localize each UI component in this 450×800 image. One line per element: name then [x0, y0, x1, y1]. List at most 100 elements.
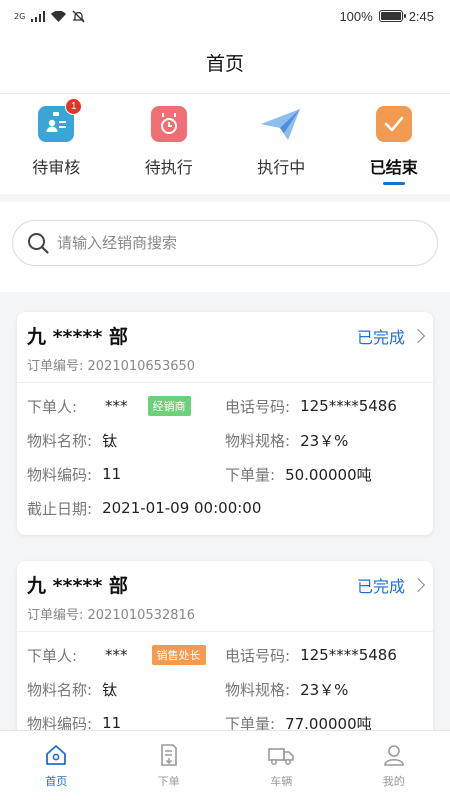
mute-bell-icon — [72, 10, 85, 22]
order-card-header: 九 ***** 部 订单编号: 2021010653650 已完成 — [17, 312, 433, 383]
tabbar-profile[interactable]: 我的 — [354, 743, 434, 789]
deadline-field: 截止日期: 2021-01-09 00:00:00 — [27, 498, 423, 519]
phone-value: 125****5486 — [300, 397, 397, 415]
order-form-icon — [160, 743, 177, 766]
detail-row: 物料编码: 11 下单量: 50.00000吨 — [27, 457, 423, 491]
status-bar: 2G 100% 2:45 — [0, 0, 450, 32]
tab-label: 待执行 — [144, 158, 193, 177]
quantity-value: 50.00000吨 — [285, 465, 372, 484]
tabbar-label: 我的 — [382, 774, 405, 788]
calendar-clock-icon — [150, 106, 187, 142]
detail-row: 截止日期: 2021-01-09 00:00:00 — [27, 491, 423, 525]
tab-label: 执行中 — [257, 158, 306, 177]
page-header: 首页 — [0, 32, 450, 94]
signal-icon — [31, 10, 46, 22]
user-profile-icon — [383, 744, 404, 766]
truck-icon — [268, 747, 295, 765]
material-spec-value: 23￥% — [300, 431, 349, 450]
detail-row: 物料名称: 钛 物料规格: 23￥% — [27, 672, 423, 706]
orderer-field: 下单人: *** 经销商 — [27, 396, 225, 417]
material-name-value: 钛 — [102, 431, 118, 450]
orderer-value: *** — [105, 397, 128, 415]
order-status-link[interactable]: 已完成 — [356, 573, 426, 597]
order-card-header: 九 ***** 部 订单编号: 2021010532816 已完成 — [17, 561, 433, 632]
status-tabs: 1 待审核 待执行 执行中 已结束 — [0, 94, 450, 194]
material-name-value: 钛 — [102, 680, 118, 699]
tabbar-label: 车辆 — [270, 774, 293, 788]
role-tag: 经销商 — [147, 396, 191, 416]
search-icon — [28, 233, 49, 254]
material-name-label: 物料名称: — [27, 680, 93, 699]
orderer-label: 下单人: — [27, 397, 78, 416]
reviewer-badge-icon: 1 — [38, 98, 83, 142]
tab-label: 已结束 — [369, 158, 418, 177]
order-list: 九 ***** 部 订单编号: 2021010653650 已完成 下单人: *… — [0, 292, 450, 750]
check-icon — [375, 106, 412, 142]
phone-field: 电话号码: 125****5486 — [225, 396, 423, 417]
tabbar-label: 首页 — [45, 774, 68, 788]
phone-value: 125****5486 — [300, 646, 397, 664]
material-spec-label: 物料规格: — [225, 431, 291, 450]
search-section — [0, 202, 450, 292]
phone-label: 电话号码: — [225, 646, 291, 665]
order-status-link[interactable]: 已完成 — [356, 324, 426, 348]
deadline-value: 2021-01-09 00:00:00 — [102, 499, 262, 517]
status-left: 2G — [14, 10, 85, 23]
search-input[interactable] — [57, 234, 437, 252]
order-status: 已完成 — [356, 577, 405, 596]
orderer-field: 下单人: *** 销售处长 — [27, 645, 225, 666]
home-icon — [46, 744, 67, 765]
battery-percent: 100% — [339, 8, 373, 24]
tab-finished[interactable]: 已结束 — [346, 106, 442, 185]
material-spec-value: 23￥% — [300, 680, 349, 699]
order-number: 订单编号: 2021010653650 — [27, 359, 196, 374]
material-code-field: 物料编码: 11 — [27, 464, 225, 485]
tabbar-label: 下单 — [157, 774, 180, 788]
quantity-field: 下单量: 50.00000吨 — [225, 464, 423, 485]
tab-in-progress[interactable]: 执行中 — [233, 106, 329, 178]
page-title: 首页 — [205, 53, 244, 75]
phone-label: 电话号码: — [225, 397, 291, 416]
phone-field: 电话号码: 125****5486 — [225, 645, 423, 666]
material-spec-field: 物料规格: 23￥% — [225, 679, 423, 700]
clock-time: 2:45 — [408, 8, 434, 24]
tabbar-home[interactable]: 首页 — [16, 743, 96, 789]
order-card[interactable]: 九 ***** 部 订单编号: 2021010532816 已完成 下单人: *… — [17, 561, 433, 750]
material-name-label: 物料名称: — [27, 431, 93, 450]
status-right: 100% 2:45 — [339, 9, 434, 24]
tabbar-vehicle[interactable]: 车辆 — [241, 743, 321, 789]
chevron-right-icon — [410, 328, 426, 344]
search-bar[interactable] — [12, 220, 438, 266]
battery-icon — [378, 10, 406, 22]
quantity-label: 下单量: — [225, 465, 276, 484]
active-tab-indicator — [382, 182, 405, 185]
notification-badge: 1 — [65, 98, 83, 115]
detail-row: 下单人: *** 经销商 电话号码: 125****5486 — [27, 389, 423, 423]
material-spec-field: 物料规格: 23￥% — [225, 430, 423, 451]
wifi-icon — [51, 10, 67, 22]
material-name-field: 物料名称: 钛 — [27, 430, 225, 451]
tab-label: 待审核 — [32, 158, 81, 177]
order-status: 已完成 — [356, 328, 405, 347]
material-spec-label: 物料规格: — [225, 680, 291, 699]
tab-pending-execution[interactable]: 待执行 — [121, 106, 217, 178]
paper-plane-icon — [259, 106, 303, 142]
chevron-right-icon — [410, 577, 426, 593]
role-tag: 销售处长 — [151, 645, 206, 665]
battery-fill — [380, 12, 401, 20]
tabbar-order[interactable]: 下单 — [129, 743, 209, 789]
material-name-field: 物料名称: 钛 — [27, 679, 225, 700]
material-code-label: 物料编码: — [27, 465, 93, 484]
tab-pending-review[interactable]: 1 待审核 — [8, 98, 104, 178]
network-type: 2G — [14, 11, 26, 21]
material-code-value: 11 — [102, 465, 122, 483]
detail-row: 物料名称: 钛 物料规格: 23￥% — [27, 423, 423, 457]
detail-row: 下单人: *** 销售处长 电话号码: 125****5486 — [27, 638, 423, 672]
orderer-label: 下单人: — [27, 646, 78, 665]
bottom-tab-bar: 首页 下单 车辆 我的 — [0, 730, 450, 800]
order-number: 订单编号: 2021010532816 — [27, 608, 196, 623]
orderer-value: *** — [105, 646, 128, 664]
deadline-label: 截止日期: — [27, 499, 93, 518]
order-card[interactable]: 九 ***** 部 订单编号: 2021010653650 已完成 下单人: *… — [17, 312, 433, 535]
order-details: 下单人: *** 经销商 电话号码: 125****5486 物料名称: 钛 物… — [17, 383, 433, 535]
